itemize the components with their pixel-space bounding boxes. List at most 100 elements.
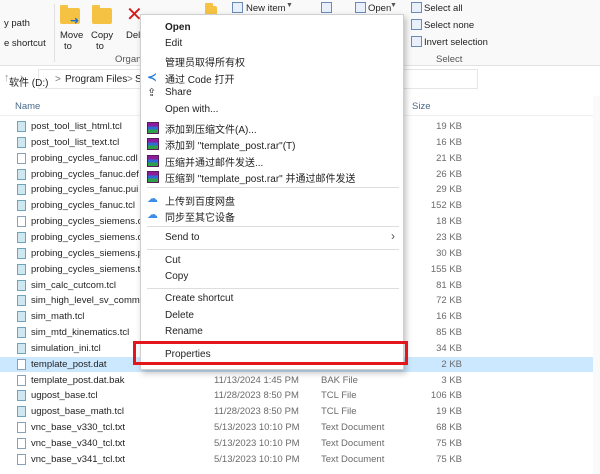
- file-size: 30 KB: [436, 247, 462, 259]
- new-item-dropdown-icon[interactable]: ▼: [286, 2, 293, 9]
- menu-upload-baidu[interactable]: 上传到百度网盘: [165, 193, 235, 208]
- menu-separator: [147, 187, 399, 188]
- tcl-file-icon: [17, 247, 26, 259]
- tcl-file-icon: [17, 390, 26, 402]
- select-none-button[interactable]: Select none: [424, 20, 474, 31]
- open-button[interactable]: Open: [368, 3, 391, 14]
- file-name: ugpost_base.tcl: [31, 390, 98, 402]
- select-none-icon: [411, 19, 422, 30]
- file-size: 16 KB: [436, 136, 462, 148]
- menu-separator: [147, 226, 399, 227]
- file-size: 72 KB: [436, 295, 462, 307]
- menu-copy[interactable]: Copy: [165, 271, 188, 282]
- file-size: 26 KB: [436, 168, 462, 180]
- file-name: probing_cycles_siemens.tcl: [31, 263, 148, 275]
- winrar-icon: [147, 155, 159, 167]
- column-name[interactable]: Name: [15, 101, 40, 112]
- file-size: 29 KB: [436, 184, 462, 196]
- properties-ribbon-icon[interactable]: [321, 2, 332, 13]
- tcl-file-icon: [17, 295, 26, 307]
- menu-cut[interactable]: Cut: [165, 255, 181, 266]
- file-type: BAK File: [321, 374, 358, 386]
- move-to-button[interactable]: Move: [60, 30, 83, 41]
- file-size: 19 KB: [436, 121, 462, 132]
- file-size: 18 KB: [436, 216, 462, 228]
- file-type: TCL File: [321, 406, 357, 418]
- menu-open-with[interactable]: Open with...: [165, 104, 218, 115]
- menu-add-to-archive[interactable]: 添加到压缩文件(A)...: [165, 121, 257, 136]
- file-row[interactable]: ugpost_base_math.tcl 11/28/2023 8:50 PM TC…: [0, 404, 600, 420]
- file-type: Text Document: [321, 422, 385, 434]
- menu-open-with-code[interactable]: 通过 Code 打开: [165, 71, 234, 86]
- menu-send-to[interactable]: Send to: [165, 232, 199, 243]
- ribbon-divider: [54, 4, 55, 62]
- delete-button[interactable]: Del: [126, 30, 140, 41]
- new-item-button[interactable]: New item: [246, 3, 286, 14]
- file-type: Text Document: [321, 453, 385, 465]
- document-file-icon: [17, 152, 26, 164]
- breadcrumb-drive[interactable]: 软件 (D:): [9, 74, 48, 89]
- menu-add-to-rar[interactable]: 添加到 "template_post.rar"(T): [165, 137, 295, 152]
- file-name: simulation_ini.tcl: [31, 342, 101, 354]
- move-to-button-line2[interactable]: to: [64, 41, 72, 52]
- tcl-file-icon: [17, 327, 26, 339]
- file-name: probing_cycles_fanuc.tcl: [31, 200, 136, 212]
- breadcrumb-program-files[interactable]: Program Files: [65, 74, 127, 85]
- file-name: sim_calc_cutcom.tcl: [31, 279, 116, 291]
- file-name: vnc_base_v340_tcl.txt: [31, 438, 126, 449]
- file-name: probing_cycles_siemens.pui: [31, 247, 151, 259]
- scrollbar[interactable]: [593, 96, 600, 474]
- file-name: sim_math.tcl: [31, 311, 85, 323]
- menu-separator: [147, 249, 399, 250]
- file-size: 34 KB: [436, 342, 462, 354]
- winrar-icon: [147, 171, 159, 183]
- chevron-right-icon: ›: [391, 229, 395, 243]
- file-size: 16 KB: [436, 311, 462, 323]
- paste-shortcut-button[interactable]: e shortcut: [4, 38, 46, 49]
- file-size: 75 KB: [436, 438, 462, 449]
- file-name: probing_cycles_fanuc.def: [31, 168, 139, 180]
- file-row[interactable]: template_post.dat.bak 11/13/2024 1:45 PM B…: [0, 373, 600, 389]
- file-date: 5/13/2023 10:10 PM: [214, 453, 300, 465]
- column-size[interactable]: Size: [412, 101, 430, 112]
- file-name: vnc_base_v330_tcl.txt: [31, 422, 126, 434]
- copy-path-button[interactable]: y path: [4, 18, 30, 29]
- menu-edit[interactable]: Edit: [165, 38, 182, 49]
- menu-share[interactable]: Share: [165, 87, 192, 98]
- file-size: 19 KB: [436, 406, 462, 418]
- copy-to-folder-icon[interactable]: [92, 5, 112, 24]
- menu-sync-device[interactable]: 同步至其它设备: [165, 209, 235, 224]
- file-type: TCL File: [321, 390, 357, 402]
- file-name: sim_high_level_sv_command: [31, 295, 156, 307]
- open-dropdown-icon[interactable]: ▼: [390, 2, 397, 9]
- copy-to-button[interactable]: Copy: [91, 30, 113, 41]
- tcl-file-icon: [17, 311, 26, 323]
- file-name: post_tool_list_html.tcl: [31, 121, 122, 132]
- baidu-cloud-icon: ☁: [147, 193, 158, 205]
- invert-selection-button[interactable]: Invert selection: [424, 37, 488, 48]
- tcl-file-icon: [17, 121, 26, 132]
- menu-delete[interactable]: Delete: [165, 310, 194, 321]
- tcl-file-icon: [17, 184, 26, 196]
- file-row[interactable]: ugpost_base.tcl 11/28/2023 8:50 PM TCL Fil…: [0, 388, 600, 404]
- file-row[interactable]: vnc_base_v340_tcl.txt 5/13/2023 10:10 PM T…: [0, 436, 600, 452]
- new-item-icon: [232, 2, 243, 13]
- tcl-file-icon: [17, 279, 26, 291]
- menu-rename[interactable]: Rename: [165, 326, 203, 337]
- menu-compress-rar-email[interactable]: 压缩到 "template_post.rar" 并通过邮件发送: [165, 170, 355, 185]
- menu-take-ownership[interactable]: 管理员取得所有权: [165, 54, 245, 69]
- file-row[interactable]: vnc_base_v341_tcl.txt 5/13/2023 10:10 PM T…: [0, 452, 600, 468]
- select-all-button[interactable]: Select all: [424, 3, 463, 14]
- file-size: 75 KB: [436, 453, 462, 465]
- file-name: probing_cycles_siemens.def: [31, 231, 151, 243]
- file-row[interactable]: vnc_base_v330_tcl.txt 5/13/2023 10:10 PM T…: [0, 420, 600, 436]
- menu-open[interactable]: Open: [165, 22, 191, 33]
- file-size: 152 KB: [430, 200, 462, 212]
- menu-compress-email[interactable]: 压缩并通过邮件发送...: [165, 154, 263, 169]
- copy-to-button-line2[interactable]: to: [96, 41, 104, 52]
- menu-separator: [147, 288, 399, 289]
- tcl-file-icon: [17, 200, 26, 212]
- menu-create-shortcut[interactable]: Create shortcut: [165, 293, 233, 304]
- file-name: probing_cycles_siemens.cdl: [31, 216, 150, 228]
- file-size: 21 KB: [436, 152, 462, 164]
